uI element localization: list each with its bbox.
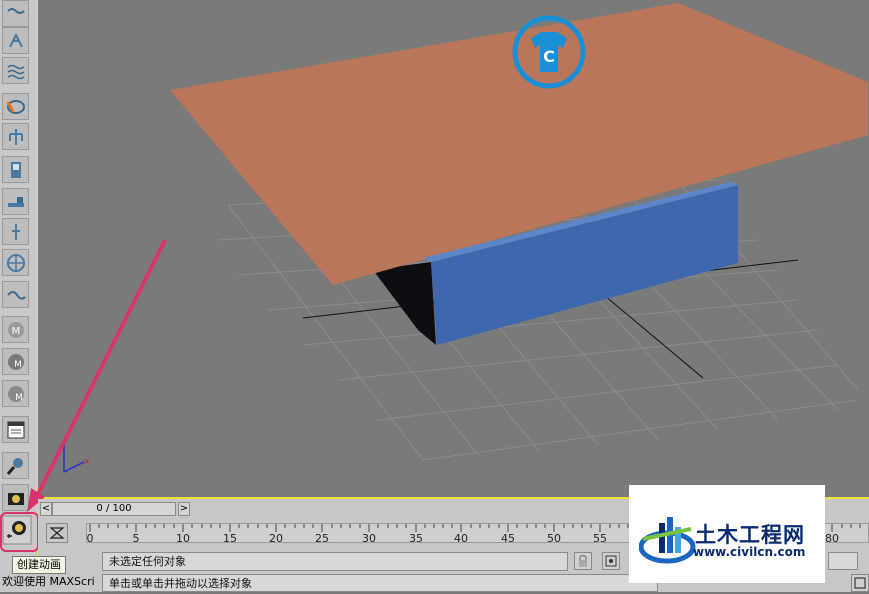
svg-text:M: M [14,360,22,370]
time-slider-prev-button[interactable]: < [40,502,52,516]
spline-icon [7,64,24,79]
wave-icon [6,7,25,14]
tool-button[interactable] [2,218,29,245]
tick-label: 20 [269,532,283,545]
camera-icon [7,492,24,505]
tool-button[interactable] [2,452,29,479]
crosshair-icon [605,555,617,567]
track-view-icon [49,527,65,539]
tick-label: 80 [825,532,839,545]
watermark-logo: C [511,14,587,90]
material-map-icon: M [7,385,24,403]
grid-axis-y [597,289,704,379]
scene-canvas: x [63,3,868,473]
link-icon [11,223,20,240]
svg-text:M: M [11,326,20,337]
maxscript-listener[interactable]: 欢迎使用 MAXScri [0,572,100,592]
axis-x-label: x [84,457,90,467]
tick-label: 30 [362,532,376,545]
card-icon [10,161,21,178]
hierarchy-icon [8,128,23,145]
tick-label: 10 [176,532,190,545]
chain-icon [6,290,26,300]
maximize-viewport-button[interactable] [851,574,869,592]
tick-label: 0 [86,532,94,545]
tick-label: 35 [409,532,423,545]
material-icon: M [7,321,24,338]
wheel-icon [6,253,25,272]
tool-button[interactable] [2,156,29,183]
tool-button[interactable] [2,188,29,215]
highlight-box [0,512,39,552]
site-logo: 土木工程网 www.civilcn.com [629,485,825,583]
tool-button[interactable] [2,281,29,308]
watermark-letter: C [543,47,555,66]
tool-button[interactable] [2,93,29,120]
svg-text:M: M [15,393,23,403]
tick-label: 55 [593,532,607,545]
tool-button[interactable] [2,0,29,27]
logo-emblem-icon [639,517,696,564]
material-sphere-icon: M [7,353,24,370]
slider-icon [7,196,24,207]
tool-button[interactable] [2,57,29,84]
tool-button[interactable] [2,484,29,511]
tick-label: 40 [454,532,468,545]
time-slider[interactable]: 0 / 100 [52,502,176,516]
tick-label: 15 [223,532,237,545]
tool-button[interactable] [2,27,29,54]
tool-button[interactable]: M [2,348,29,375]
track-view-button[interactable] [46,523,68,543]
tick-label: 45 [501,532,515,545]
prompt-line: 单击或单击并拖动以选择对象 [102,574,658,592]
render-icon [6,457,23,475]
axis-gizmo [63,445,85,473]
tick-label: 5 [132,532,140,545]
maximize-icon [854,577,866,589]
tool-button[interactable] [2,123,29,150]
tool-button[interactable]: M [2,380,29,407]
tick-label: 50 [547,532,561,545]
absolute-mode-button[interactable] [602,552,620,570]
shadow [373,262,436,345]
coordinate-field[interactable] [828,552,858,570]
tool-button[interactable] [2,249,29,276]
render-setup-icon [7,421,24,438]
bones-icon [8,32,23,47]
tool-button[interactable] [2,416,29,443]
selection-status: 未选定任何对象 [102,552,568,571]
lock-icon [579,554,587,567]
time-slider-next-button[interactable]: > [178,502,190,516]
logo-url: www.civilcn.com [693,545,806,559]
left-toolbar: M M M [0,0,38,592]
perspective-viewport[interactable]: x [38,0,869,499]
tool-button[interactable]: M [2,316,29,343]
tooltip: 创建动画 [12,556,66,574]
tick-label: 25 [315,532,329,545]
ring-icon [6,99,25,114]
selection-lock-button[interactable] [574,552,592,570]
